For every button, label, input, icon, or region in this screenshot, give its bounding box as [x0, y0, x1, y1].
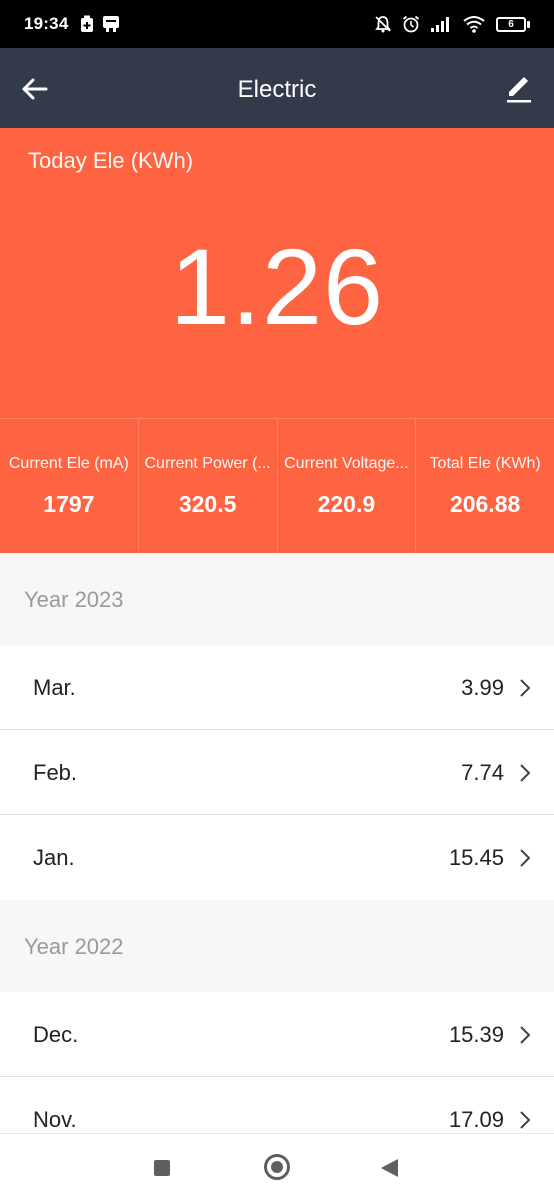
chevron-right-icon	[520, 679, 531, 697]
signal-icon	[431, 17, 449, 32]
list-item-feb[interactable]: Feb. 7.74	[0, 730, 554, 815]
app-bar: Electric	[0, 48, 554, 128]
chevron-right-icon	[520, 1026, 531, 1044]
month-label: Dec.	[33, 1022, 79, 1047]
month-value: 15.45	[448, 845, 504, 870]
list-item-jan[interactable]: Jan. 15.45	[0, 815, 554, 900]
chevron-right-icon	[520, 764, 531, 782]
pencil-edit-icon[interactable]	[502, 72, 536, 106]
stat-label: Total Ele (KWh)	[429, 455, 541, 472]
wifi-icon	[463, 16, 485, 33]
month-value: 3.99	[461, 675, 504, 700]
today-usage-card: Today Ele (KWh) 1.26	[0, 128, 554, 418]
battery-level: 6	[496, 16, 526, 32]
stat-value: 320.5	[178, 491, 237, 517]
stat-value: 220.9	[317, 491, 376, 517]
recents-square-icon[interactable]	[154, 1160, 170, 1176]
notification-app-icon	[103, 16, 120, 32]
list-item-dec[interactable]: Dec. 15.39	[0, 992, 554, 1077]
alarm-icon	[402, 15, 420, 33]
chevron-right-icon	[520, 1111, 531, 1129]
stat-label: Current Voltage...	[284, 455, 409, 472]
battery-saver-icon	[81, 15, 94, 32]
section-header-2023: Year 2023	[0, 553, 554, 645]
home-circle-icon[interactable]	[264, 1154, 290, 1180]
back-triangle-icon[interactable]	[381, 1159, 398, 1177]
stat-current-power: Current Power (... 320.5	[138, 418, 278, 553]
stat-value: 206.88	[449, 491, 521, 517]
page-title: Electric	[237, 76, 317, 103]
section-header-2022: Year 2022	[0, 900, 554, 992]
battery-icon: 6	[496, 16, 530, 32]
month-label: Jan.	[33, 845, 75, 870]
today-usage-label: Today Ele (KWh)	[28, 148, 194, 173]
status-bar: 19:34 6	[0, 0, 554, 48]
stat-value: 1797	[43, 491, 95, 517]
status-time: 19:34	[24, 14, 69, 33]
month-value: 15.39	[448, 1022, 504, 1047]
month-label: Feb.	[33, 760, 78, 785]
stat-label: Current Power (...	[144, 455, 271, 472]
stat-label: Current Ele (mA)	[8, 455, 129, 472]
stat-current-voltage: Current Voltage... 220.9	[277, 418, 417, 553]
chevron-right-icon	[520, 849, 531, 867]
stat-current-ele: Current Ele (mA) 1797	[0, 418, 139, 553]
stats-row: Current Ele (mA) 1797 Current Power (...…	[0, 418, 554, 553]
monthly-usage-list: Year 2023 Mar. 3.99 Feb. 7.74 Jan. 15.45…	[0, 553, 554, 1162]
list-item-mar[interactable]: Mar. 3.99	[0, 645, 554, 730]
month-label: Mar.	[33, 675, 76, 700]
mute-bell-icon	[375, 16, 391, 33]
month-value: 7.74	[461, 760, 504, 785]
today-usage-value: 1.26	[169, 226, 385, 347]
stat-total-ele: Total Ele (KWh) 206.88	[416, 418, 554, 553]
system-nav-bar	[0, 1133, 554, 1200]
